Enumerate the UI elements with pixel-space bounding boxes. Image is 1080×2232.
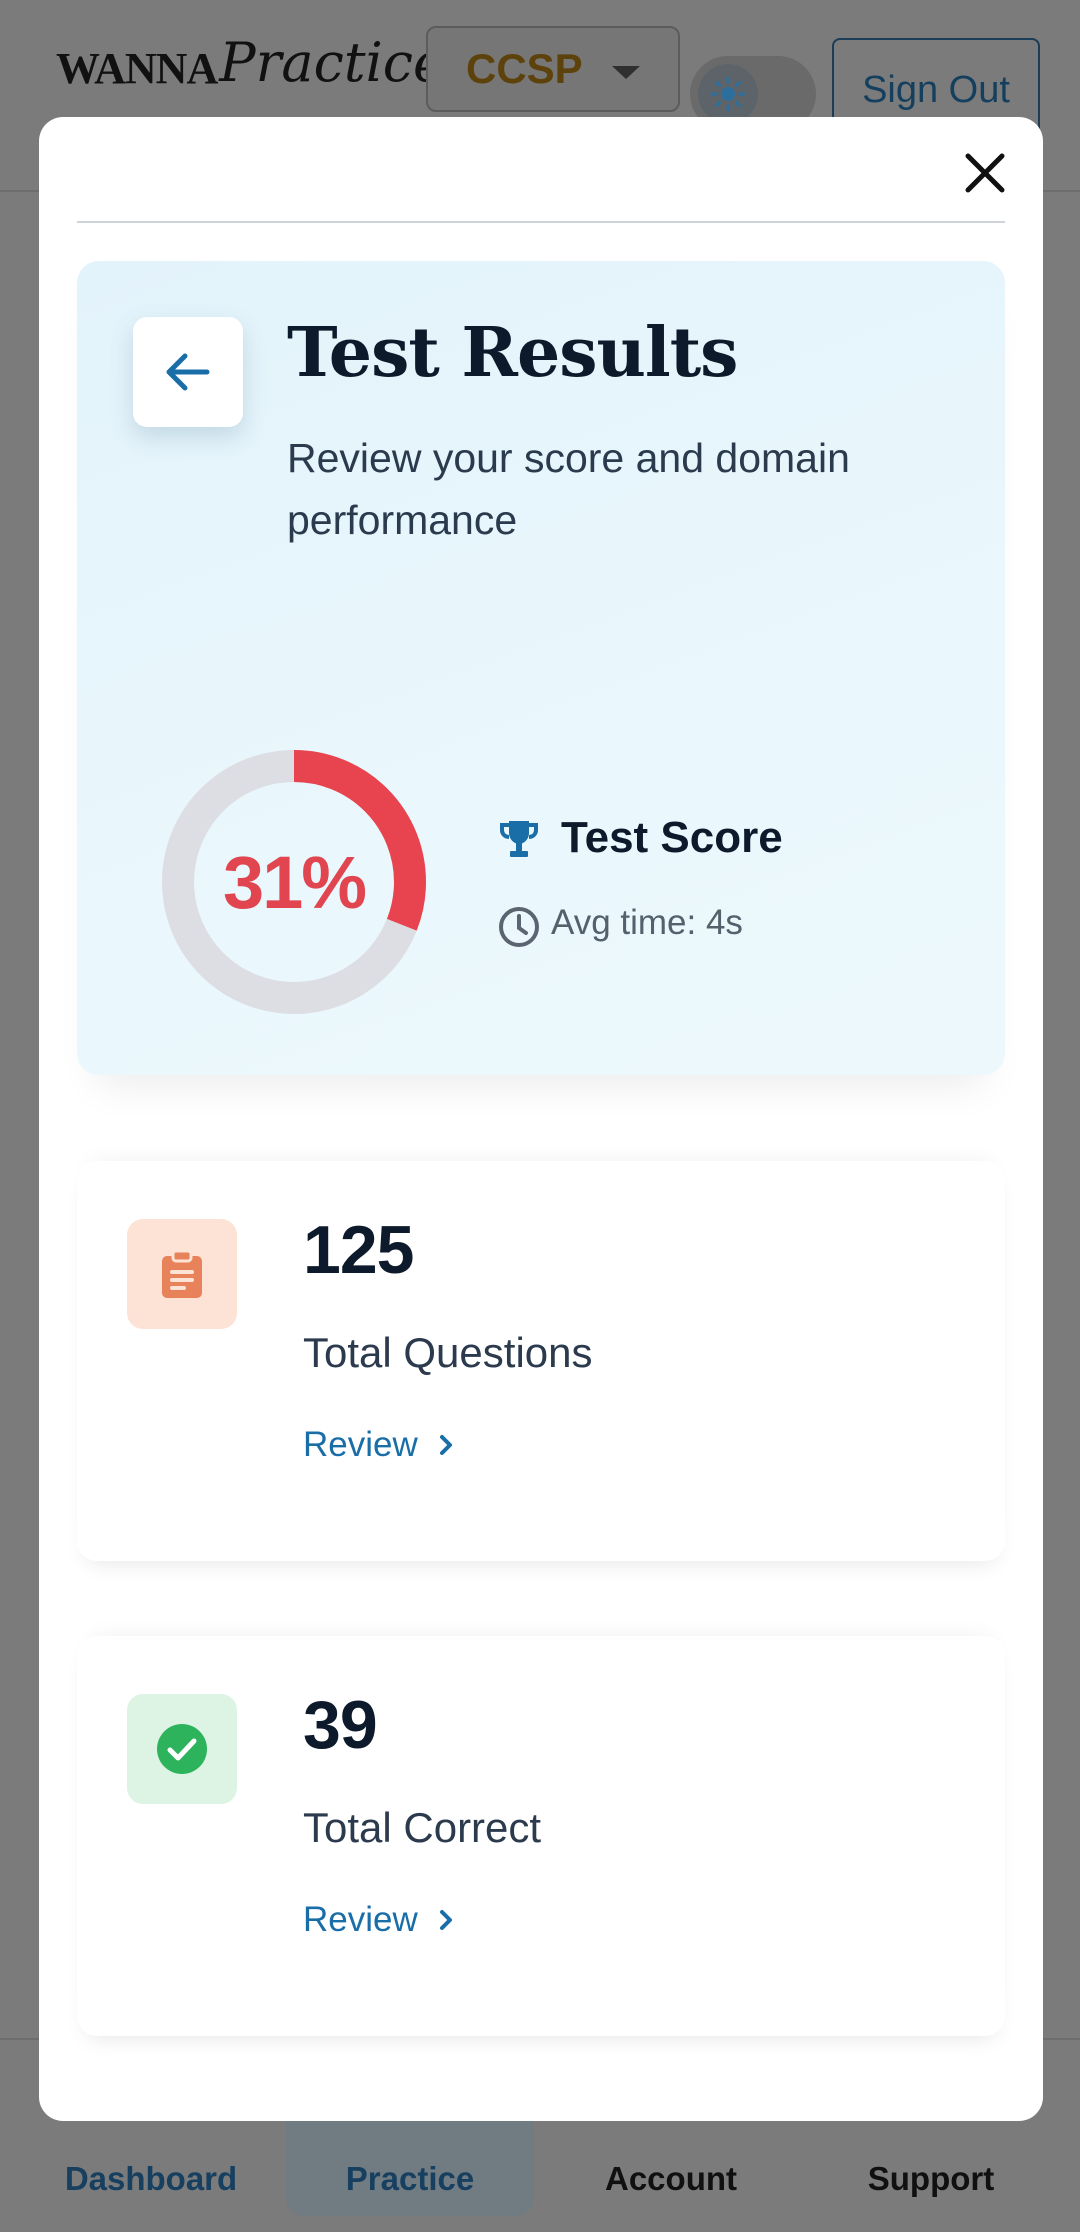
review-link-label: Review <box>303 1900 418 1939</box>
nav-dashboard-label: Dashboard <box>64 2160 238 2197</box>
stat-card-total-questions: 125 Total Questions Review <box>77 1161 1005 1561</box>
total-questions-value: 125 <box>303 1212 414 1288</box>
stat-card-total-correct: 39 Total Correct Review <box>77 1636 1005 2036</box>
avg-time: Avg time: 4s <box>551 903 743 942</box>
page-subtitle: Review your score and domain performance <box>287 435 850 543</box>
exam-select-value: CCSP <box>466 45 583 92</box>
close-icon <box>965 153 1005 193</box>
caret-down-icon <box>612 66 640 79</box>
logo-practice-text: Practice <box>219 31 445 94</box>
chevron-right-icon <box>439 1435 452 1455</box>
score-percent: 31% <box>222 840 367 924</box>
review-questions-link[interactable]: Review <box>303 1425 456 1465</box>
clock-icon <box>499 907 539 947</box>
review-link-label: Review <box>303 1425 418 1464</box>
close-button[interactable] <box>945 133 1025 213</box>
stat-icon-wrapper <box>127 1694 237 1804</box>
wannapractice-logo[interactable]: WANNA Practice <box>56 24 445 94</box>
nav-account-label: Account <box>605 2160 737 2197</box>
arrow-left-icon <box>166 353 210 391</box>
logo-wanna-text: WANNA <box>56 44 218 93</box>
back-button[interactable] <box>133 317 243 427</box>
nav-practice-label: Practice <box>345 2160 475 2197</box>
total-correct-value: 39 <box>303 1687 378 1763</box>
nav-support-label: Support <box>867 2160 995 2197</box>
clipboard-icon <box>162 1249 202 1298</box>
results-hero: Test Results Review your score and domai… <box>77 261 1005 1075</box>
exam-select[interactable]: CCSP <box>426 26 680 112</box>
stat-icon-wrapper <box>127 1219 237 1329</box>
total-questions-label: Total Questions <box>303 1329 593 1376</box>
review-correct-link[interactable]: Review <box>303 1900 456 1940</box>
results-modal: Test Results Review your score and domai… <box>39 117 1043 2121</box>
sun-icon <box>698 64 758 124</box>
page-title: Test Results <box>287 313 738 393</box>
total-correct-label: Total Correct <box>303 1804 542 1851</box>
modal-divider <box>77 221 1005 223</box>
trophy-icon <box>500 821 538 857</box>
check-circle-icon <box>157 1724 207 1774</box>
test-score-label: Test Score <box>561 813 783 862</box>
chevron-right-icon <box>439 1910 452 1930</box>
